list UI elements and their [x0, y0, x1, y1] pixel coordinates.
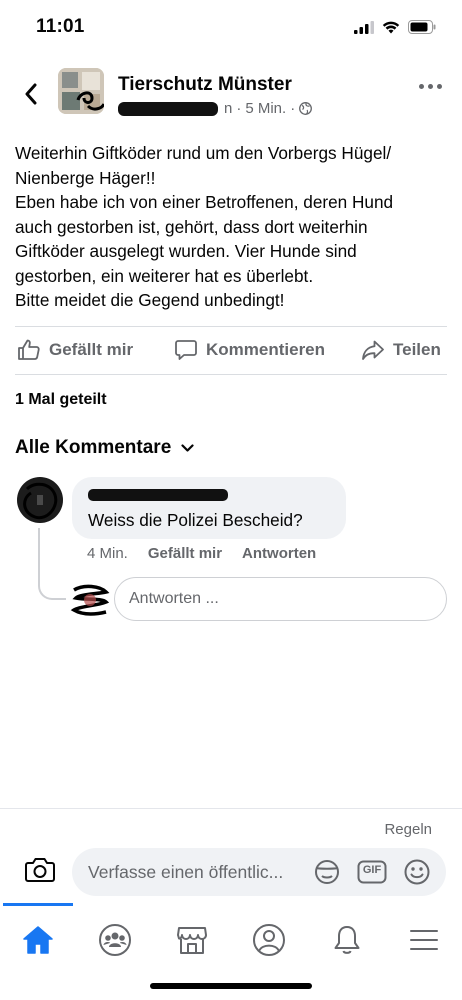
- tab-notifications[interactable]: [327, 920, 367, 960]
- camera-icon: [25, 858, 55, 882]
- comment-text: Weiss die Polizei Bescheid?: [88, 510, 303, 530]
- status-icons: [354, 20, 436, 34]
- reply-avatar: [70, 582, 110, 618]
- comment-icon: [175, 340, 197, 360]
- tab-menu[interactable]: [404, 920, 444, 960]
- redacted-comment-author: [88, 489, 228, 501]
- comment-meta: 4 Min. Gefällt mir Antworten: [87, 545, 316, 562]
- meta-dot-2: ·: [290, 100, 296, 117]
- gif-button[interactable]: GIF: [357, 858, 387, 886]
- chevron-down-icon: [181, 443, 194, 452]
- menu-icon: [410, 930, 438, 950]
- comment-time: 4 Min.: [87, 545, 128, 562]
- post-text-line: Weiterhin Giftköder rund um den Vorbergs…: [15, 143, 392, 163]
- post-text-line: Giftköder ausgelegt wurden. Vier Hunde s…: [15, 241, 357, 261]
- tab-groups[interactable]: [95, 920, 135, 960]
- home-icon: [23, 926, 53, 954]
- meta-suffix: n: [224, 100, 233, 117]
- tab-marketplace[interactable]: [172, 920, 212, 960]
- chevron-left-icon: [25, 83, 37, 105]
- profile-icon: [253, 924, 285, 956]
- gif-label: GIF: [362, 864, 382, 876]
- globe-icon: [299, 102, 313, 115]
- avatar-scribble-icon: [70, 584, 110, 616]
- reply-input[interactable]: Antworten ...: [114, 577, 447, 621]
- status-bar: 11:01: [0, 0, 462, 56]
- home-indicator: [150, 983, 312, 989]
- tab-home[interactable]: [18, 920, 58, 960]
- more-dot-icon: [419, 84, 424, 89]
- avatar-sticker-button[interactable]: [312, 858, 342, 886]
- avatar-scribble-icon: [18, 478, 62, 522]
- comments-filter-label: Alle Kommentare: [15, 437, 172, 458]
- rules-link[interactable]: Regeln: [384, 821, 432, 838]
- comment-button[interactable]: Kommentieren: [174, 338, 325, 362]
- back-button[interactable]: [18, 80, 44, 108]
- post-text: Weiterhin Giftköder rund um den Vorbergs…: [15, 141, 450, 313]
- tab-profile[interactable]: [249, 920, 289, 960]
- groups-icon: [99, 924, 131, 956]
- post-text-line: auch gestorben ist, gehört, dass dort we…: [15, 216, 368, 237]
- post-text-line: Nienberge Häger!!: [15, 167, 156, 188]
- share-count[interactable]: 1 Mal geteilt: [15, 391, 107, 409]
- battery-icon: [408, 20, 436, 34]
- comment-composer[interactable]: Verfasse einen öffentlic... GIF: [72, 848, 446, 896]
- status-time: 11:01: [36, 16, 85, 37]
- post-text-line: gestorben, ein weiterer hat es überlebt.: [15, 265, 314, 286]
- camera-button[interactable]: [22, 852, 58, 888]
- divider: [15, 326, 447, 327]
- divider: [15, 374, 447, 375]
- comment-label: Kommentieren: [206, 340, 326, 359]
- meta-dot: ·: [236, 100, 242, 117]
- composer-placeholder: Verfasse einen öffentlic...: [88, 862, 284, 882]
- post-text-line: Bitte meidet die Gegend unbedingt!: [15, 290, 285, 310]
- like-button[interactable]: Gefällt mir: [17, 338, 133, 362]
- share-button[interactable]: Teilen: [361, 338, 441, 362]
- avatar-sticker-icon: [315, 860, 339, 884]
- like-label: Gefällt mir: [49, 340, 134, 359]
- emoji-button[interactable]: [402, 858, 432, 886]
- notifications-icon: [334, 926, 360, 954]
- thread-line: [38, 528, 66, 600]
- thumbs-up-icon: [18, 339, 40, 360]
- post-time[interactable]: 5 Min.: [245, 100, 286, 117]
- commenter-avatar[interactable]: [17, 477, 63, 523]
- wifi-icon: [382, 21, 400, 33]
- more-dot-icon: [437, 84, 442, 89]
- emoji-icon: [404, 859, 430, 885]
- more-options-button[interactable]: [419, 84, 442, 89]
- active-tab-indicator: [3, 903, 73, 906]
- divider: [0, 808, 462, 809]
- post-meta: n · 5 Min. ·: [118, 100, 313, 117]
- marketplace-icon: [177, 927, 207, 954]
- comment-reply-button[interactable]: Antworten: [242, 545, 316, 562]
- post-text-line: Eben habe ich von einer Betroffenen, der…: [15, 192, 394, 212]
- bottom-tab-bar: [0, 903, 462, 973]
- comments-filter[interactable]: Alle Kommentare: [15, 437, 194, 459]
- reply-placeholder: Antworten ...: [129, 590, 219, 607]
- share-label: Teilen: [393, 340, 441, 359]
- comment-bubble[interactable]: Weiss die Polizei Bescheid?: [72, 477, 346, 539]
- share-arrow-icon: [362, 340, 384, 360]
- comment-like-button[interactable]: Gefällt mir: [148, 545, 222, 562]
- page-name[interactable]: Tierschutz Münster: [118, 74, 292, 96]
- post-header: Tierschutz Münster n · 5 Min. ·: [0, 62, 462, 126]
- post-actions: Gefällt mir Kommentieren Teilen: [0, 328, 462, 374]
- more-dot-icon: [428, 84, 433, 89]
- page-avatar[interactable]: [58, 68, 104, 114]
- page-avatar-image: [58, 68, 104, 114]
- redacted-author: [118, 101, 218, 116]
- cellular-signal-icon: [354, 20, 374, 34]
